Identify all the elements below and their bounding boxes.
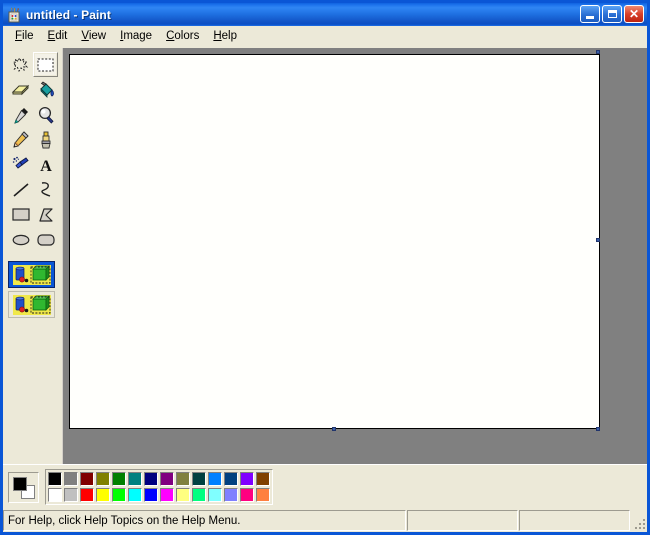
canvas-resize-handle-right-middle[interactable]	[596, 238, 600, 242]
color-swatch[interactable]	[176, 472, 190, 486]
tool-eraser[interactable]	[8, 77, 33, 102]
tool-brush[interactable]	[33, 127, 58, 152]
paint-app-icon	[6, 7, 22, 23]
menu-colors[interactable]: Colors	[159, 28, 206, 45]
close-button[interactable]: ✕	[624, 5, 644, 23]
color-swatch[interactable]	[192, 488, 206, 502]
color-swatch[interactable]	[64, 488, 78, 502]
tool-curve[interactable]	[33, 177, 58, 202]
tool-options	[8, 261, 55, 318]
color-swatch[interactable]	[224, 472, 238, 486]
color-swatch[interactable]	[80, 488, 94, 502]
canvas-resize-handle-top-right[interactable]	[596, 50, 600, 54]
maximize-button[interactable]	[602, 5, 622, 23]
foreground-color-swatch[interactable]	[13, 476, 27, 491]
color-swatch[interactable]	[208, 472, 222, 486]
svg-text:A: A	[40, 158, 52, 173]
color-swatch[interactable]	[256, 472, 270, 486]
tool-rounded-rectangle[interactable]	[33, 227, 58, 252]
tool-grid: A	[8, 52, 61, 252]
tool-ellipse[interactable]	[8, 227, 33, 252]
current-color-indicator[interactable]	[8, 471, 39, 503]
tool-box: A	[3, 48, 62, 464]
canvas-region[interactable]	[62, 48, 647, 464]
color-swatch[interactable]	[192, 472, 206, 486]
paint-window: untitled - Paint ✕ File Edit View Image …	[0, 0, 650, 535]
menu-bar: File Edit View Image Colors Help	[3, 26, 647, 48]
resize-grip[interactable]	[631, 510, 647, 531]
color-swatch[interactable]	[64, 472, 78, 486]
color-swatch[interactable]	[224, 488, 238, 502]
tool-pencil[interactable]	[8, 127, 33, 152]
tool-polygon[interactable]	[33, 202, 58, 227]
option-selection-opaque[interactable]	[8, 261, 55, 288]
color-swatch[interactable]	[176, 488, 190, 502]
tool-line[interactable]	[8, 177, 33, 202]
menu-image[interactable]: Image	[113, 28, 159, 45]
tool-fill-with-color[interactable]	[33, 77, 58, 102]
color-swatch[interactable]	[96, 472, 110, 486]
color-swatch[interactable]	[160, 472, 174, 486]
tool-free-form-select[interactable]	[8, 52, 33, 77]
tool-rectangle[interactable]	[8, 202, 33, 227]
tool-airbrush[interactable]	[8, 152, 33, 177]
color-swatch[interactable]	[144, 488, 158, 502]
color-swatch[interactable]	[128, 488, 142, 502]
color-swatch[interactable]	[112, 472, 126, 486]
maximize-icon	[607, 10, 617, 18]
option-selection-transparent[interactable]	[8, 291, 55, 318]
window-title: untitled - Paint	[26, 7, 111, 22]
menu-edit[interactable]: Edit	[41, 28, 75, 45]
canvas-resize-handle-bottom-right[interactable]	[596, 427, 600, 431]
palette-row-top	[47, 471, 271, 487]
menu-help[interactable]: Help	[206, 28, 244, 45]
window-controls: ✕	[580, 5, 644, 23]
color-swatch[interactable]	[48, 472, 62, 486]
minimize-button[interactable]	[580, 5, 600, 23]
color-swatch[interactable]	[256, 488, 270, 502]
status-help-text: For Help, click Help Topics on the Help …	[3, 510, 406, 531]
close-icon: ✕	[628, 7, 640, 21]
status-bar: For Help, click Help Topics on the Help …	[3, 509, 647, 532]
color-swatch[interactable]	[240, 472, 254, 486]
minimize-icon	[586, 15, 594, 19]
tool-text[interactable]: A	[33, 152, 58, 177]
color-swatch[interactable]	[96, 488, 110, 502]
menu-file[interactable]: File	[8, 28, 41, 45]
color-swatch[interactable]	[80, 472, 94, 486]
color-box	[3, 464, 647, 509]
status-cursor-position	[407, 510, 518, 531]
menu-view[interactable]: View	[74, 28, 113, 45]
work-area: A	[3, 48, 647, 464]
palette-row-bottom	[47, 487, 271, 503]
color-swatch[interactable]	[48, 488, 62, 502]
color-swatch[interactable]	[112, 488, 126, 502]
tool-magnifier[interactable]	[33, 102, 58, 127]
canvas-resize-handle-bottom-center[interactable]	[332, 427, 336, 431]
color-swatch[interactable]	[128, 472, 142, 486]
tool-pick-color[interactable]	[8, 102, 33, 127]
title-bar[interactable]: untitled - Paint ✕	[3, 3, 647, 26]
color-swatch[interactable]	[240, 488, 254, 502]
color-swatch[interactable]	[160, 488, 174, 502]
color-swatch[interactable]	[144, 472, 158, 486]
status-selection-size	[519, 510, 630, 531]
color-palette	[45, 469, 273, 505]
drawing-canvas[interactable]	[69, 54, 600, 429]
tool-rectangle-select[interactable]	[33, 52, 58, 77]
color-swatch[interactable]	[208, 488, 222, 502]
